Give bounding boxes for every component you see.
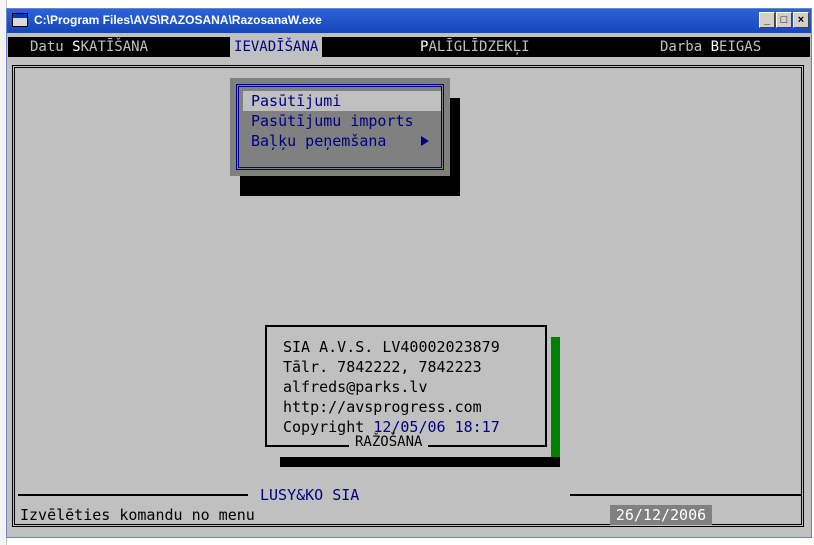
dropdown-item-label: Pasūtījumi — [251, 92, 342, 110]
menu-item-label: KATĪŠANA — [80, 39, 149, 55]
dropdown-item-pasutijumi[interactable]: Pasūtījumi — [243, 91, 441, 111]
menu-item-ievadisana[interactable]: IEVADĪŠANA — [230, 37, 323, 57]
company-name: LUSY&KO SIA — [260, 486, 360, 504]
maximize-button[interactable]: □ — [776, 12, 792, 28]
window-title: C:\Program Files\AVS\RAZOSANA\RazosanaW.… — [34, 13, 322, 27]
company-phone: Tālr. 7842222, 7842223 — [283, 358, 482, 376]
minimize-button[interactable]: _ — [759, 12, 775, 28]
status-divider-right — [570, 494, 802, 496]
main-menubar: Datu SKATĪŠANA IEVADĪŠANA PALĪGLĪDZEKĻI … — [8, 37, 810, 57]
menu-hotkey: B — [710, 39, 720, 55]
menu-hotkey: S — [72, 39, 81, 55]
title-bar[interactable]: C:\Program Files\AVS\RAZOSANA\RazosanaW.… — [7, 9, 811, 33]
dropdown-item-label: Baļķu peņemšana — [251, 132, 387, 150]
dropdown-item-pasutijumu-imports[interactable]: Pasūtījumu imports — [243, 111, 441, 131]
info-shadow-right — [551, 337, 560, 457]
menu-item-label: Datu — [30, 39, 73, 55]
submenu-arrow-icon — [421, 136, 429, 146]
close-button[interactable]: × — [793, 12, 809, 28]
app-window: C:\Program Files\AVS\RAZOSANA\RazosanaW.… — [6, 8, 812, 538]
dropdown-border: Pasūtījumi Pasūtījumu imports Baļķu peņe… — [236, 84, 444, 170]
console-area: Datu SKATĪŠANA IEVADĪŠANA PALĪGLĪDZEKĻI … — [8, 33, 810, 537]
company-website: http://avsprogress.com — [283, 398, 482, 416]
console-app-icon[interactable] — [12, 13, 28, 27]
status-divider-left — [18, 494, 248, 496]
dropdown-item-label: Pasūtījumu imports — [251, 112, 414, 130]
company-email: alfreds@parks.lv — [283, 378, 428, 396]
company-info-box: SIA A.V.S. LV40002023879 Tālr. 7842222, … — [265, 325, 547, 450]
menu-item-paligli[interactable]: PALĪGLĪDZEKĻI — [420, 37, 530, 57]
app-name-label: RAŽOŠANA — [349, 434, 429, 450]
ievadisana-dropdown: Pasūtījumi Pasūtījumu imports Baļķu peņe… — [230, 78, 450, 176]
menu-item-darba-beigas[interactable]: Darba BEIGAS — [660, 37, 761, 57]
menu-item-label: EVADĪŠANA — [242, 39, 319, 55]
menu-item-skatisana[interactable]: Datu SKATĪŠANA — [30, 37, 148, 57]
status-prompt: Izvēlēties komandu no menu — [20, 506, 255, 524]
menu-item-label: Darba — [660, 39, 711, 55]
company-registration: SIA A.V.S. LV40002023879 — [283, 338, 500, 356]
dropdown-item-balku-penemsana[interactable]: Baļķu peņemšana — [243, 131, 441, 151]
info-shadow-bottom — [280, 457, 560, 467]
menu-item-label: EIGAS — [719, 39, 762, 55]
current-date: 26/12/2006 — [610, 505, 712, 525]
menu-item-label: ALĪGLĪDZEKĻI — [428, 39, 530, 55]
